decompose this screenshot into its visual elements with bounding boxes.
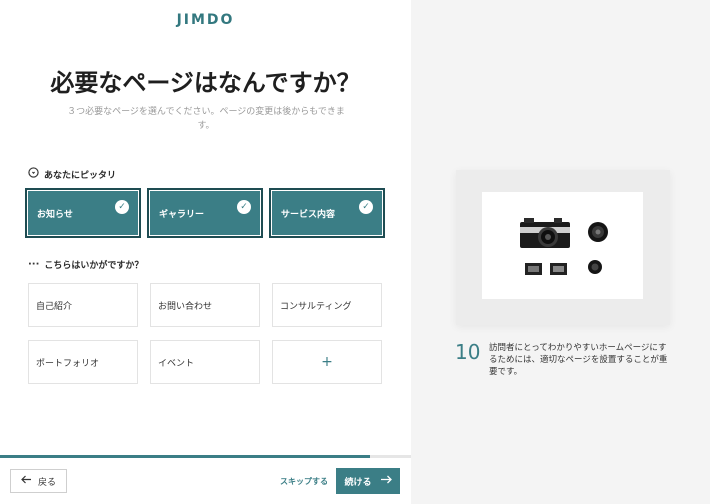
dots-icon: ··· — [28, 259, 40, 270]
page-option-label: ギャラリー — [159, 209, 205, 220]
back-button-label: 戻る — [37, 477, 56, 488]
page-option-contact[interactable]: お問い合わせ — [150, 283, 260, 327]
check-icon: ✓ — [359, 200, 373, 214]
tip-text: 訪問者にとってわかりやすいホームページにするためには、適切なページを設置すること… — [489, 343, 668, 377]
progress-fill — [0, 455, 370, 458]
page-option-services[interactable]: サービス内容 ✓ — [269, 188, 385, 238]
page-option-label: コンサルティング — [280, 301, 352, 312]
arrow-left-icon — [21, 475, 32, 487]
page-option-consulting[interactable]: コンサルティング — [272, 283, 382, 327]
continue-button-label: 続ける — [344, 477, 372, 488]
page-option-label: イベント — [158, 358, 195, 369]
recommended-section-label: あなたにピッタリ — [28, 167, 116, 181]
page-option-label: 自己紹介 — [36, 301, 73, 312]
tip-image-card — [456, 170, 670, 325]
back-button[interactable]: 戻る — [10, 469, 67, 493]
page-option-label: お問い合わせ — [158, 301, 213, 312]
page-option-label: お知らせ — [37, 209, 73, 220]
jimdo-logo: JIMDO — [176, 12, 235, 28]
check-icon: ✓ — [115, 200, 129, 214]
plus-icon: + — [321, 354, 333, 370]
page-option-label: ポートフォリオ — [36, 358, 100, 369]
arrow-right-icon — [380, 475, 392, 487]
check-icon: ✓ — [237, 200, 251, 214]
continue-button[interactable]: 続ける — [336, 468, 400, 494]
page-option-portfolio[interactable]: ポートフォリオ — [28, 340, 138, 384]
page-option-event[interactable]: イベント — [150, 340, 260, 384]
page-option-gallery[interactable]: ギャラリー ✓ — [147, 188, 263, 238]
skip-link[interactable]: スキップする — [280, 476, 328, 487]
heart-face-icon — [28, 167, 39, 181]
page-option-label: サービス内容 — [281, 209, 336, 220]
others-label: こちらはいかがですか？ — [44, 261, 144, 271]
recommended-label: あなたにピッタリ — [44, 170, 117, 181]
tip-number: 10 — [455, 340, 481, 364]
page-title: 必要なページはなんですか？ — [50, 69, 361, 97]
wizard-panel: JIMDO 必要なページはなんですか？ ３つ必要なページを選んでください。ページ… — [0, 0, 411, 504]
progress-bar — [0, 455, 411, 458]
camera-photo — [482, 192, 643, 299]
page-option-about[interactable]: 自己紹介 — [28, 283, 138, 327]
add-page-button[interactable]: + — [272, 340, 382, 384]
page-subtitle: ３つ必要なページを選んでください。ページの変更は後からもできます。 — [67, 107, 345, 131]
page-option-news[interactable]: お知らせ ✓ — [25, 188, 141, 238]
others-section-label: ··· こちらはいかがですか？ — [28, 258, 143, 271]
